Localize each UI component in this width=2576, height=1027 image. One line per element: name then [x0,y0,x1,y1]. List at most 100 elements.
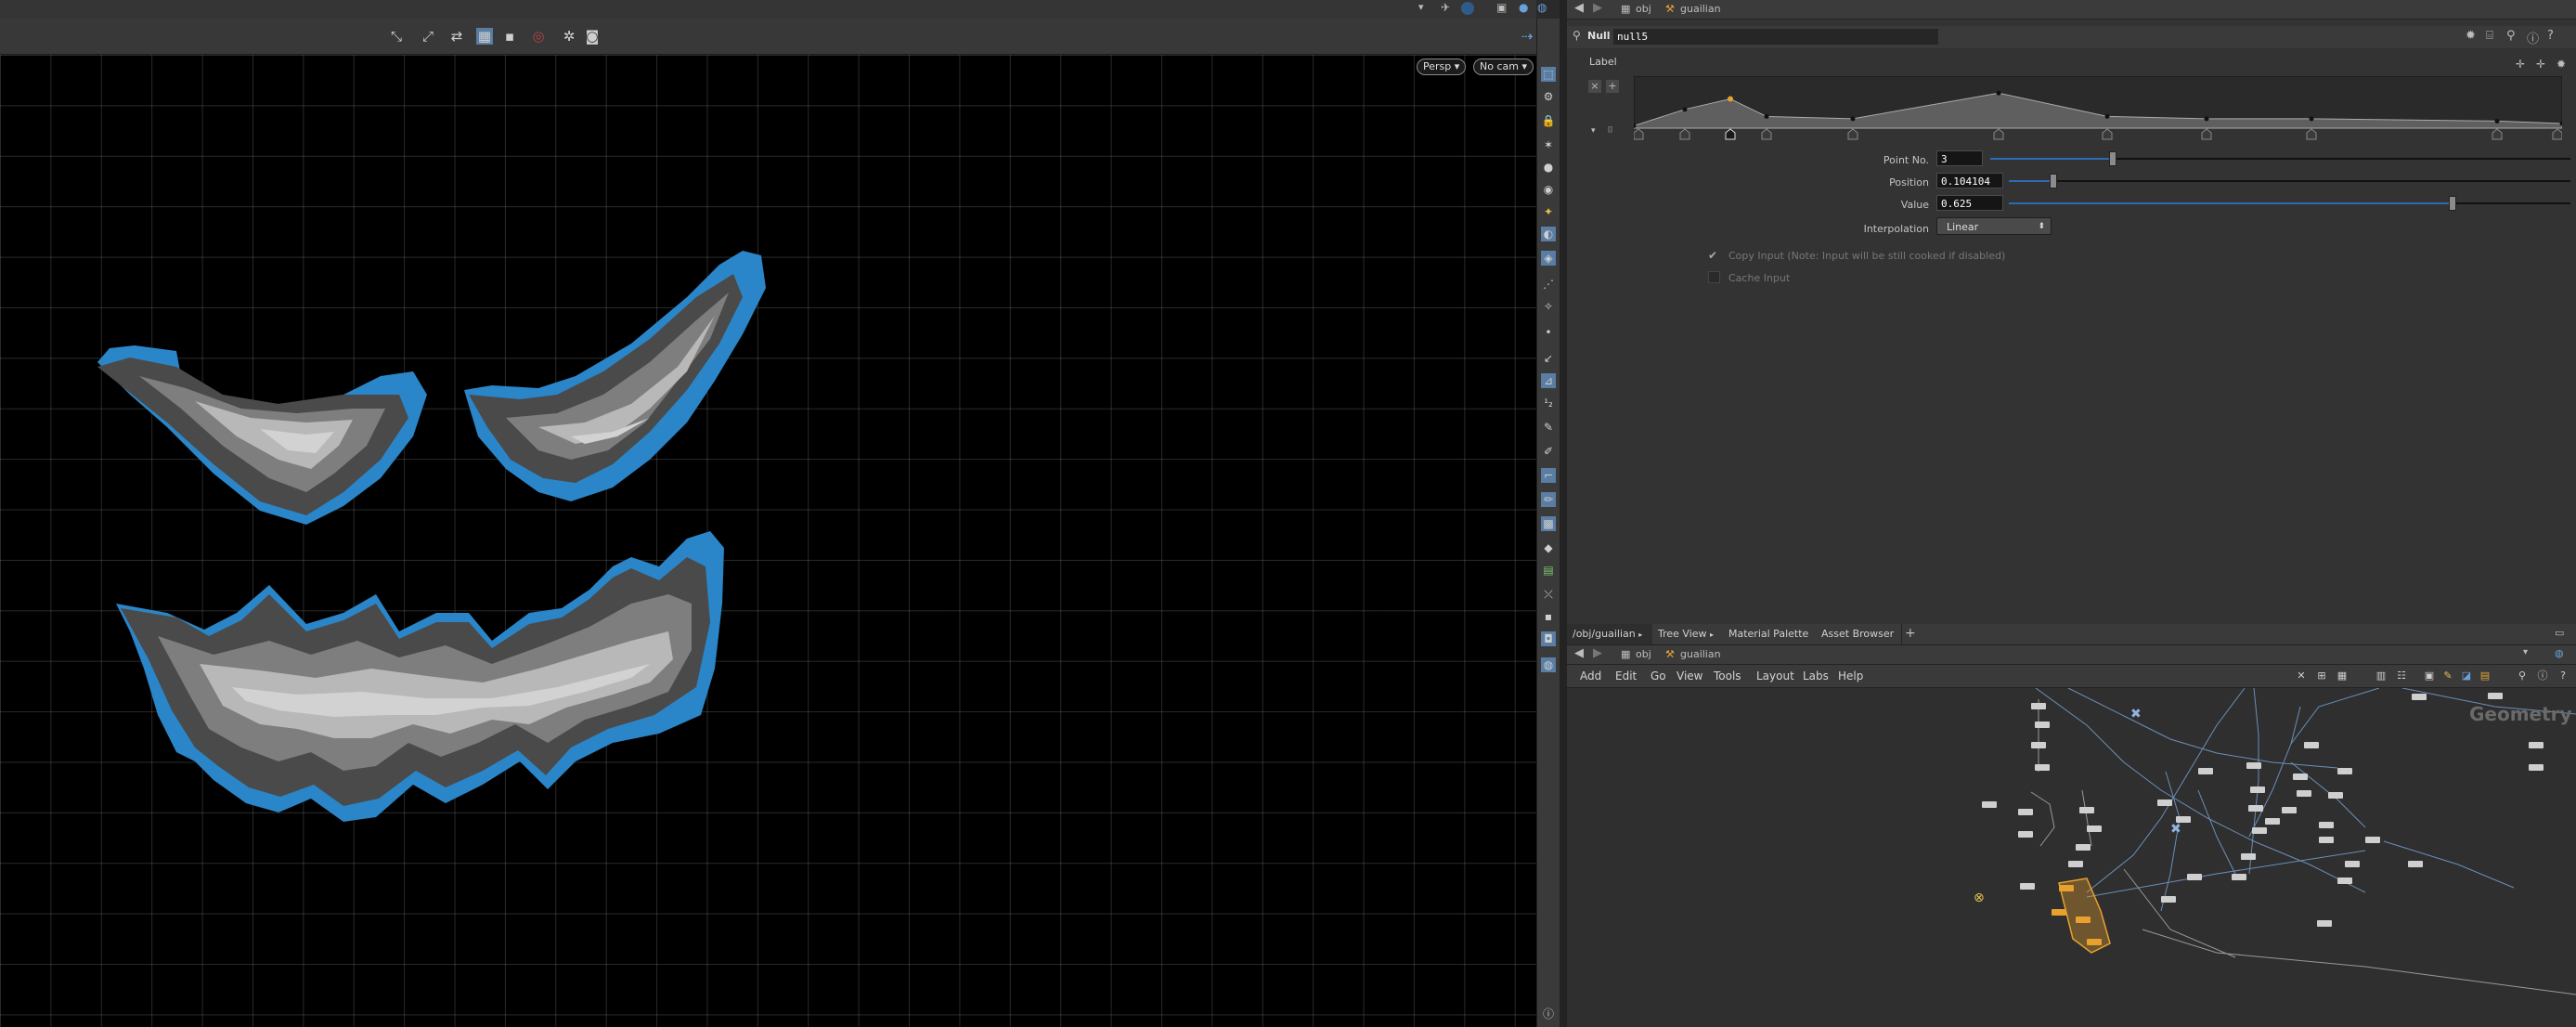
box-icon[interactable]: ▤ [2479,670,2492,682]
ghost-icon[interactable]: ◍ [1541,657,1556,672]
square-icon[interactable]: ▪ [1541,609,1556,624]
forward-icon[interactable]: ▶ [1593,646,1602,660]
move-icon[interactable]: ✛ [2516,58,2525,71]
network-node[interactable] [2488,693,2503,699]
help-icon[interactable]: ? [2557,670,2570,682]
network-node[interactable] [2412,694,2427,700]
number-icon[interactable]: ¹₂ [1541,396,1556,410]
display-options-icon[interactable]: ⇢ [1519,28,1535,45]
scene-viewport[interactable]: ▾ ✈ ▣ ● ◍ ⤡ ⤢ ⇄ ▦ ▪ ◎ ✲ ◙ ⇢ Persp ▾ No c… [0,0,1560,1027]
edge-icon[interactable]: ✧ [1541,299,1556,314]
help-icon[interactable]: ? [2547,29,2554,43]
cache-input-checkbox[interactable] [1708,271,1720,283]
record-icon[interactable]: ◎ [530,28,547,45]
info-icon[interactable]: ⓘ [2536,670,2549,682]
handle-icon[interactable]: ⤫ [1541,587,1556,602]
menu-tools[interactable]: Tools [1714,665,1741,687]
dropdown-arrow-icon[interactable]: ▾ [2523,647,2528,657]
gear-icon[interactable]: ✹ [2466,29,2476,43]
tab-network[interactable]: /obj/guailian ▸ [1567,624,1653,644]
note-icon[interactable]: ✎ [2441,670,2454,682]
object-merge-icon[interactable]: ⊗ [1974,890,1985,905]
back-icon[interactable]: ◀ [1574,1,1584,15]
paint-icon[interactable]: ✐ [1541,444,1556,459]
network-node[interactable] [2408,861,2423,867]
network-node[interactable] [2187,874,2202,880]
zoom-icon[interactable]: ⚲ [2516,670,2529,682]
interpolation-select[interactable]: Linear ⬍ [1936,217,2052,235]
add-tab-icon[interactable]: + [1905,626,1916,641]
pane-divider[interactable] [1560,0,1567,1027]
camera-menu-button[interactable]: No cam ▾ [1473,58,1534,75]
render-icon[interactable]: ◙ [584,28,601,45]
pin-icon[interactable]: ✈ [1441,1,1450,14]
network-node[interactable] [2319,822,2334,828]
tab-asset-browser[interactable]: Asset Browser ▸ [1816,624,1902,659]
link-icon[interactable] [1461,2,1474,15]
forward-icon[interactable]: ▶ [1593,1,1602,15]
bulb-icon[interactable]: ✦ [1541,204,1556,219]
network-node[interactable] [2246,762,2261,769]
network-node[interactable] [2241,853,2256,860]
network-node[interactable] [2319,837,2334,843]
camera-view-icon[interactable]: ▪ [501,28,518,45]
pane-menu-icon[interactable]: ▭ [2555,627,2564,639]
network-node[interactable] [2198,768,2213,774]
dropdown-arrow-icon[interactable]: ▾ [1418,1,1424,13]
measure-icon[interactable]: ⌐ [1541,468,1556,483]
network-node[interactable] [2365,837,2380,843]
network-node[interactable] [1982,801,1997,808]
template-icon[interactable]: ⊿ [1541,373,1556,388]
network-node[interactable] [2252,827,2267,834]
network-node[interactable] [2250,786,2265,793]
network-canvas[interactable]: ✖ ✖ ⊗ Geometry [1567,688,2576,1027]
settings-icon[interactable]: ✹ [2557,58,2566,71]
bug-icon[interactable]: ✲ [561,28,577,45]
desktop-icon[interactable]: ▣ [1496,1,1507,14]
link-icon[interactable]: ◍ [2555,647,2564,659]
network-node[interactable] [2232,874,2246,880]
list-icon[interactable]: ☷ [2395,670,2408,682]
network-node[interactable] [2035,722,2050,728]
back-icon[interactable]: ◀ [1574,646,1584,660]
path-node[interactable]: guailian [1680,3,1721,15]
network-node[interactable] [2079,807,2094,813]
lock-icon[interactable]: 🔒 [1541,113,1556,128]
network-node[interactable] [2337,878,2352,884]
network-node[interactable] [2018,831,2033,838]
network-node[interactable] [2293,774,2308,780]
help-icon[interactable]: ◍ [1537,1,1547,14]
menu-add[interactable]: Add [1580,665,1601,687]
select-mode-icon[interactable]: ⬚ [1541,67,1556,82]
plus-icon[interactable]: ✛ [2536,58,2545,71]
zoom-icon[interactable]: ⚲ [2506,29,2516,43]
menu-help[interactable]: Help [1838,665,1863,687]
network-node[interactable] [2337,768,2352,774]
network-node[interactable] [2282,807,2297,813]
menu-view[interactable]: View [1676,665,1702,687]
layout-icon[interactable]: ▥ [2375,670,2388,682]
menu-go[interactable]: Go [1650,665,1666,687]
remove-point-button[interactable]: × [1588,80,1601,93]
network-node[interactable] [2297,790,2311,797]
network-node[interactable] [2031,742,2046,748]
search-icon[interactable]: ⚲ [1573,29,1581,42]
brush-icon[interactable]: ✎ [1541,420,1556,435]
diamond-icon[interactable]: ◆ [1541,540,1556,555]
network-node[interactable] [2157,800,2172,806]
merge-node-icon[interactable]: ✖ [2130,707,2142,722]
shade-mode-icon[interactable]: ◐ [1541,227,1556,241]
network-node[interactable] [2529,764,2544,771]
point-icon[interactable]: • [1541,325,1556,340]
persp-menu-button[interactable]: Persp ▾ [1417,58,1467,75]
ramp-type-icon[interactable]: ⌷ [1608,125,1612,135]
image-icon[interactable]: ▣ [2423,670,2436,682]
network-node[interactable] [2068,861,2083,867]
network-node[interactable] [2248,805,2263,812]
add-point-button[interactable]: + [1606,80,1619,93]
shape-icon[interactable]: ◪ [2460,670,2473,682]
tree-icon[interactable]: ⊞ [2315,670,2328,682]
menu-edit[interactable]: Edit [1615,665,1637,687]
snap-icon[interactable]: ⇄ [448,28,465,45]
point-no-slider-handle[interactable] [2109,151,2116,166]
